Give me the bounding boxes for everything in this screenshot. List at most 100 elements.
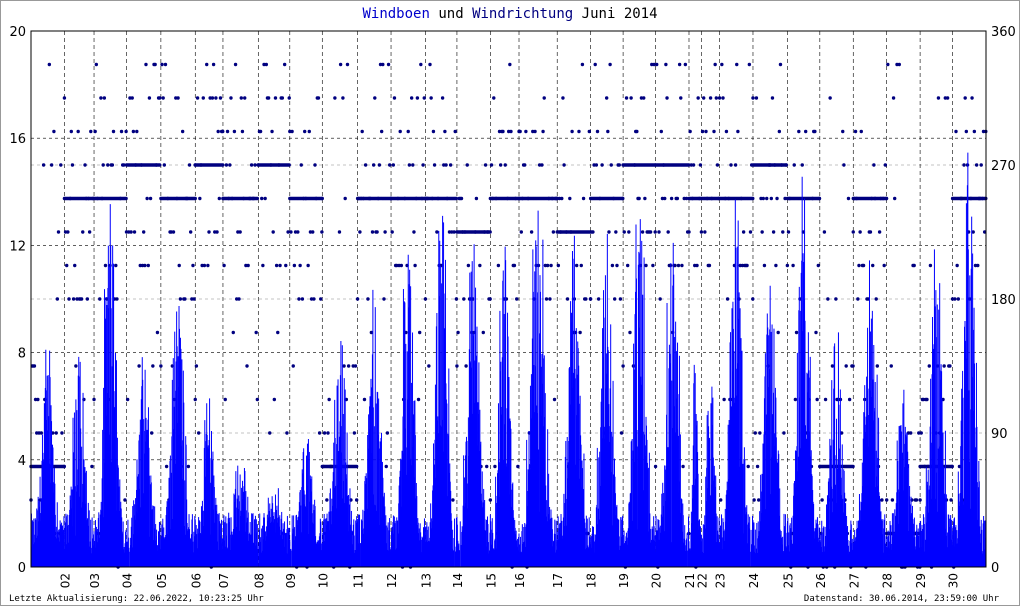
direction-point	[696, 96, 700, 100]
direction-point	[714, 96, 719, 100]
direction-point	[465, 163, 469, 167]
x-tick-label: 15	[484, 573, 498, 588]
direction-point	[493, 464, 497, 469]
direction-point	[291, 364, 295, 368]
direction-point	[496, 263, 501, 268]
direction-point	[59, 163, 63, 167]
direction-point	[370, 230, 375, 234]
direction-point	[568, 196, 572, 201]
direction-point	[627, 230, 631, 234]
direction-point	[747, 62, 752, 67]
direction-point	[341, 96, 345, 100]
direction-point	[338, 62, 343, 67]
direction-point	[748, 230, 753, 234]
direction-point	[56, 230, 61, 234]
direction-point	[303, 129, 307, 134]
direction-point	[216, 129, 220, 134]
direction-point	[847, 397, 852, 402]
direction-point	[320, 196, 324, 201]
direction-point	[762, 263, 767, 268]
direction-point	[814, 330, 818, 335]
y-tick-label: 20	[9, 25, 26, 40]
direction-point	[540, 163, 544, 167]
x-tick-label: 06	[189, 573, 203, 588]
direction-point	[455, 364, 459, 368]
x-tick-label: 13	[419, 573, 433, 588]
direction-point	[192, 297, 196, 301]
direction-point	[642, 96, 646, 100]
direction-point	[423, 297, 428, 301]
y2-tick-label: 90	[991, 427, 1008, 442]
x-tick-label: 10	[316, 573, 330, 588]
direction-point	[771, 230, 776, 234]
direction-point	[720, 62, 724, 67]
direction-point	[237, 297, 241, 301]
direction-point	[621, 196, 625, 201]
direction-point	[296, 230, 300, 234]
direction-point	[183, 297, 187, 301]
direction-point	[800, 163, 804, 167]
direction-point	[306, 263, 310, 268]
direction-point	[74, 364, 78, 368]
direction-point	[62, 464, 66, 469]
direction-point	[377, 163, 382, 167]
direction-point	[702, 96, 706, 100]
direction-point	[635, 129, 639, 134]
direction-point	[151, 364, 155, 368]
direction-point	[114, 263, 118, 268]
direction-point	[214, 96, 218, 100]
direction-point	[883, 163, 888, 167]
direction-point	[581, 196, 586, 201]
direction-point	[422, 96, 426, 100]
direction-point	[655, 62, 659, 67]
direction-point	[914, 498, 919, 502]
direction-point	[725, 297, 730, 301]
direction-point	[972, 129, 977, 134]
direction-point	[745, 263, 749, 268]
y-tick-label: 0	[18, 561, 26, 576]
direction-point	[823, 397, 828, 402]
direction-point	[353, 364, 358, 368]
gust-series	[30, 152, 987, 567]
direction-point	[886, 62, 890, 67]
direction-point	[664, 62, 668, 67]
direction-point	[125, 397, 130, 402]
direction-point	[70, 163, 75, 167]
direction-point	[478, 263, 482, 268]
direction-point	[337, 230, 342, 234]
direction-point	[828, 96, 832, 100]
direction-point	[110, 163, 115, 167]
direction-point	[498, 163, 503, 167]
x-tick-label: 07	[217, 573, 231, 588]
direction-point	[976, 263, 980, 268]
direction-point	[643, 196, 647, 201]
direction-point	[124, 196, 128, 201]
direction-point	[158, 163, 162, 167]
direction-point	[90, 464, 94, 469]
direction-point	[52, 129, 56, 134]
direction-point	[144, 62, 148, 67]
direction-point	[398, 129, 402, 134]
direction-point	[193, 196, 197, 201]
direction-point	[375, 230, 379, 234]
direction-point	[945, 96, 950, 100]
direction-point	[955, 263, 959, 268]
x-tick-label: 25	[781, 573, 795, 588]
direction-point	[853, 129, 858, 134]
direction-point	[793, 397, 798, 402]
direction-point	[501, 129, 505, 134]
direction-point	[238, 230, 242, 234]
direction-point	[253, 163, 257, 167]
direction-point	[354, 464, 359, 469]
direction-point	[421, 163, 425, 167]
direction-point	[512, 263, 517, 268]
direction-point	[561, 96, 565, 100]
direction-point	[407, 163, 412, 167]
x-tick-label: 08	[252, 573, 266, 588]
x-tick-label: 09	[284, 573, 298, 588]
direction-point	[299, 163, 303, 167]
direction-point	[665, 96, 669, 100]
direction-point	[39, 431, 44, 435]
direction-point	[962, 163, 966, 167]
direction-point	[106, 163, 110, 167]
